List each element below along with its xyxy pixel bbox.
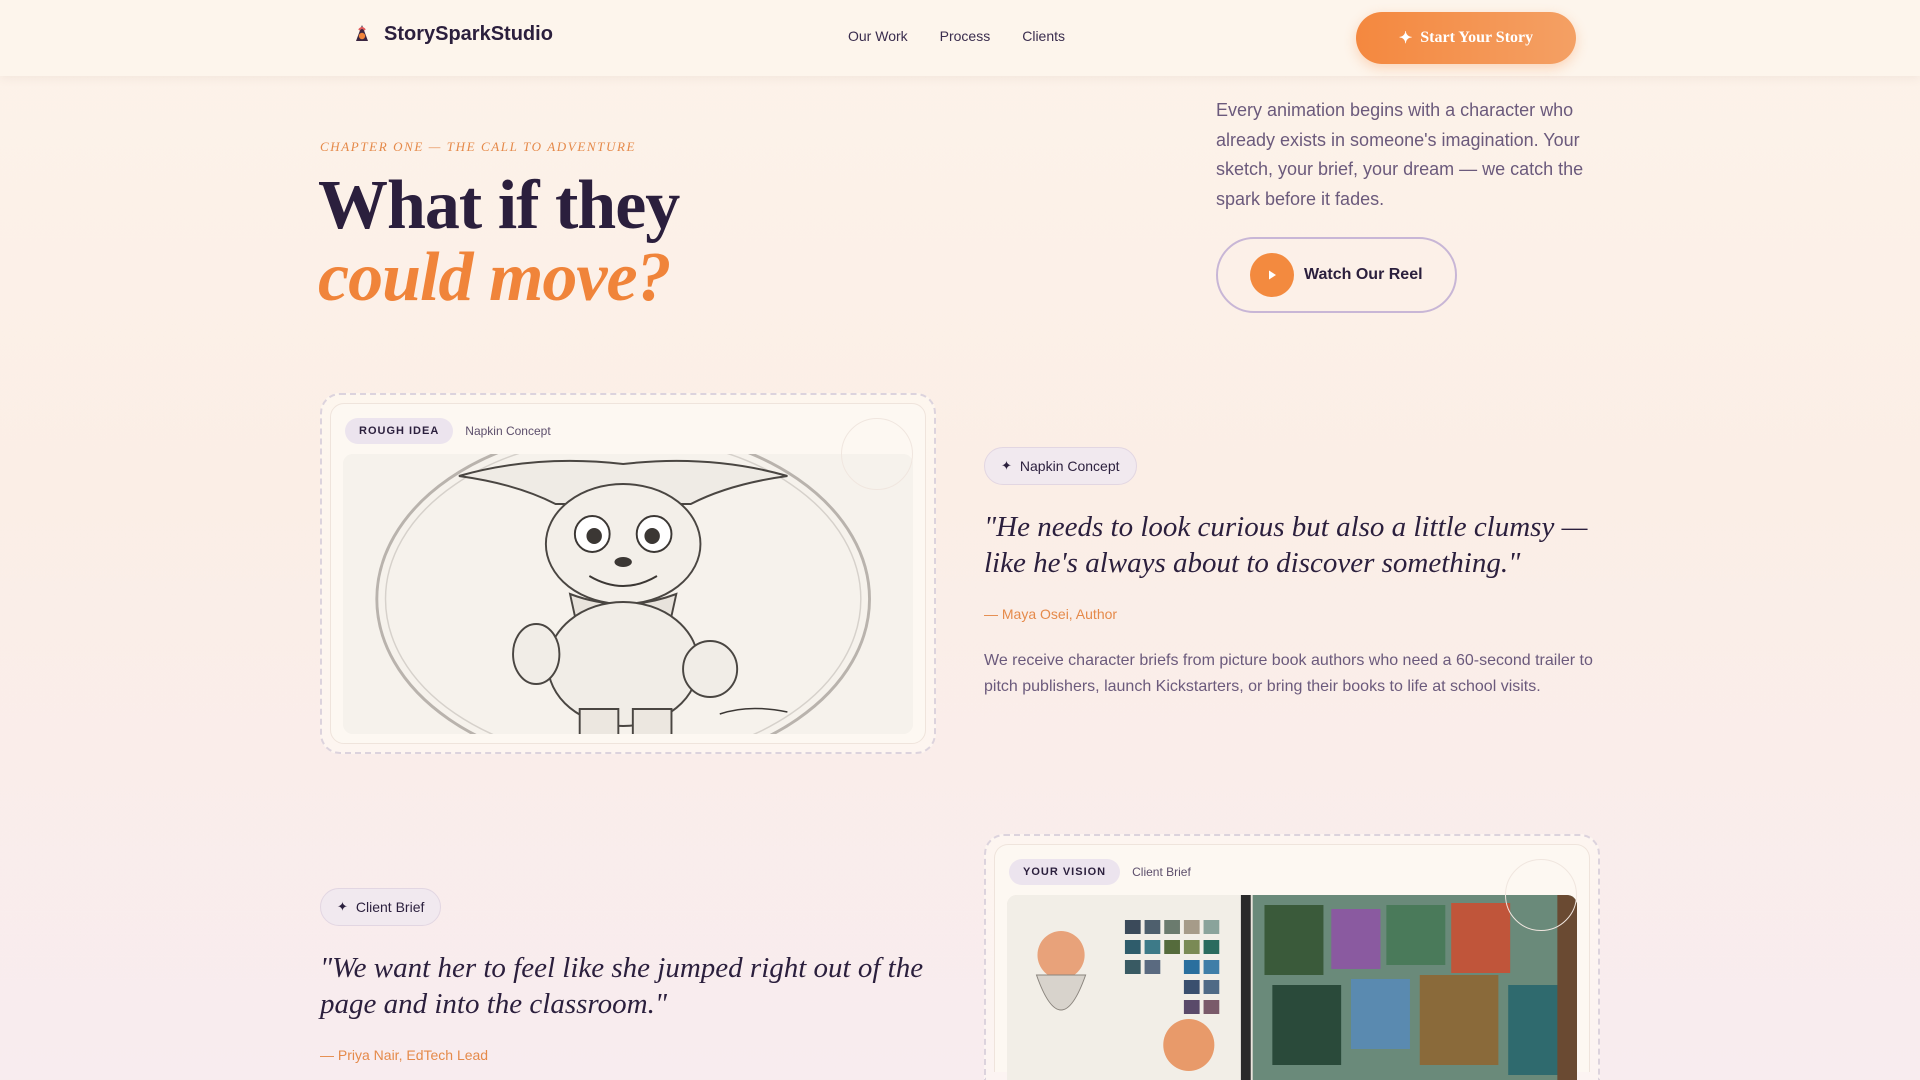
moodboard-image xyxy=(1007,895,1577,1080)
hero-title-line2: could move? xyxy=(318,239,672,316)
play-icon xyxy=(1250,253,1294,297)
brand-name: StorySparkStudio xyxy=(384,22,553,45)
card-header: YOUR VISION Client Brief xyxy=(1009,859,1577,885)
brand-logo-icon xyxy=(350,22,374,46)
start-your-story-button[interactable]: ✦ Start Your Story xyxy=(1356,12,1576,64)
your-vision-card: YOUR VISION Client Brief xyxy=(984,834,1600,1080)
story2-quote: "We want her to feel like she jumped rig… xyxy=(320,952,924,1020)
client-brief-chip: ✦ Client Brief xyxy=(320,888,442,926)
napkin-concept-chip: ✦ Napkin Concept xyxy=(984,447,1137,485)
site-header: StorySparkStudio Our Work Process Client… xyxy=(0,0,1920,76)
hero-copy: Every animation begins with a character … xyxy=(1216,100,1584,209)
story1-body: We receive character briefs from picture… xyxy=(984,652,1593,695)
chip-label: Client Brief xyxy=(355,899,425,915)
brand[interactable]: StorySparkStudio xyxy=(350,22,553,46)
main-nav: Our Work Process Clients xyxy=(848,28,1065,44)
cta-label: Start Your Story xyxy=(1420,29,1534,46)
watch-reel-button[interactable]: Watch Our Reel xyxy=(1216,237,1457,313)
nav-process[interactable]: Process xyxy=(940,28,991,44)
nav-our-work[interactable]: Our Work xyxy=(848,28,908,44)
card-inner: YOUR VISION Client Brief xyxy=(994,844,1590,1080)
story2-attribution: — Priya Nair, EdTech Lead xyxy=(320,1047,489,1063)
card-tag: YOUR VISION xyxy=(1009,859,1121,885)
card-header: ROUGH IDEA Napkin Concept xyxy=(345,418,913,444)
nav-clients[interactable]: Clients xyxy=(1022,28,1065,44)
decorative-circle xyxy=(841,418,913,490)
sparkle-icon: ✦ xyxy=(1001,458,1012,473)
card-subtitle: Napkin Concept xyxy=(465,424,551,438)
story1-quote: "He needs to look curious but also a lit… xyxy=(984,511,1588,579)
sparkle-icon: ✦ xyxy=(1398,30,1413,47)
decorative-circle xyxy=(1505,859,1577,931)
card-subtitle: Client Brief xyxy=(1132,865,1191,879)
card-inner: ROUGH IDEA Napkin Concept xyxy=(330,403,926,744)
story1-attribution: — Maya Osei, Author xyxy=(984,606,1118,622)
chip-label: Napkin Concept xyxy=(1019,458,1120,474)
character-sketch-image xyxy=(343,454,913,734)
reel-label: Watch Our Reel xyxy=(1304,266,1423,283)
sparkle-icon: ✦ xyxy=(337,899,348,914)
hero-eyebrow: CHAPTER ONE — THE CALL TO ADVENTURE xyxy=(320,139,637,154)
hero-title: What if they could move? xyxy=(318,167,680,316)
hero-title-line1: What if they xyxy=(318,167,680,244)
rough-idea-card: ROUGH IDEA Napkin Concept xyxy=(320,393,936,754)
card-tag: ROUGH IDEA xyxy=(345,418,454,444)
